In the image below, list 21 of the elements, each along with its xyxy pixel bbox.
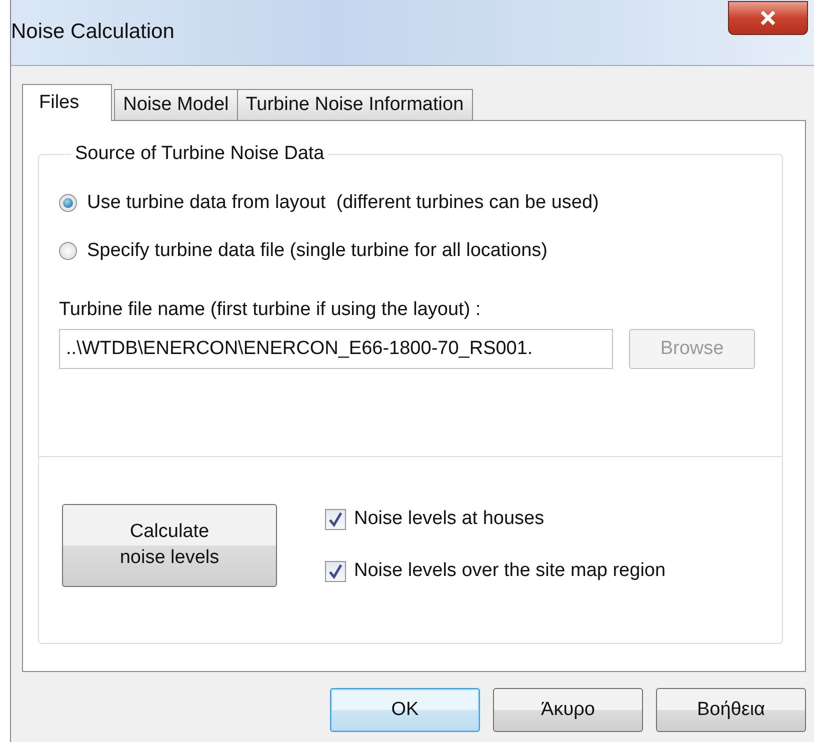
field-label: Turbine file name (first turbine if using the layout) : (59, 299, 482, 321)
dialog-button[interactable]: OK (330, 688, 480, 732)
dialog-button[interactable]: Βοήθεια (656, 688, 806, 732)
checkbox[interactable] (325, 560, 346, 582)
radio-button[interactable] (59, 194, 77, 212)
tab[interactable]: Noise Model (114, 89, 238, 120)
radio-label[interactable]: Specify turbine data file (single turbine for all locations) (87, 240, 548, 262)
group-title: Source of Turbine Noise Data (74, 143, 326, 165)
radio-button[interactable] (59, 242, 77, 260)
tab[interactable]: Files (22, 84, 112, 121)
checkbox-label[interactable]: Noise levels at houses (354, 508, 544, 530)
dialog-button[interactable]: Άκυρο (493, 688, 643, 732)
tab[interactable]: Turbine Noise Information (236, 89, 473, 120)
close-button[interactable] (728, 0, 808, 34)
window-title: Noise Calculation (11, 18, 174, 44)
close-icon (760, 10, 776, 24)
radio-label[interactable]: Use turbine data from layout (different turbines can be used) (87, 192, 599, 214)
checkbox-label[interactable]: Noise levels over the site map region (354, 560, 666, 582)
calculate-button[interactable]: Calculate noise levels (62, 504, 277, 586)
file-name-field[interactable]: ..\WTDB\ENERCON\ENERCON_E66-1800-70_RS001. (59, 329, 613, 369)
checkbox[interactable] (325, 508, 346, 530)
